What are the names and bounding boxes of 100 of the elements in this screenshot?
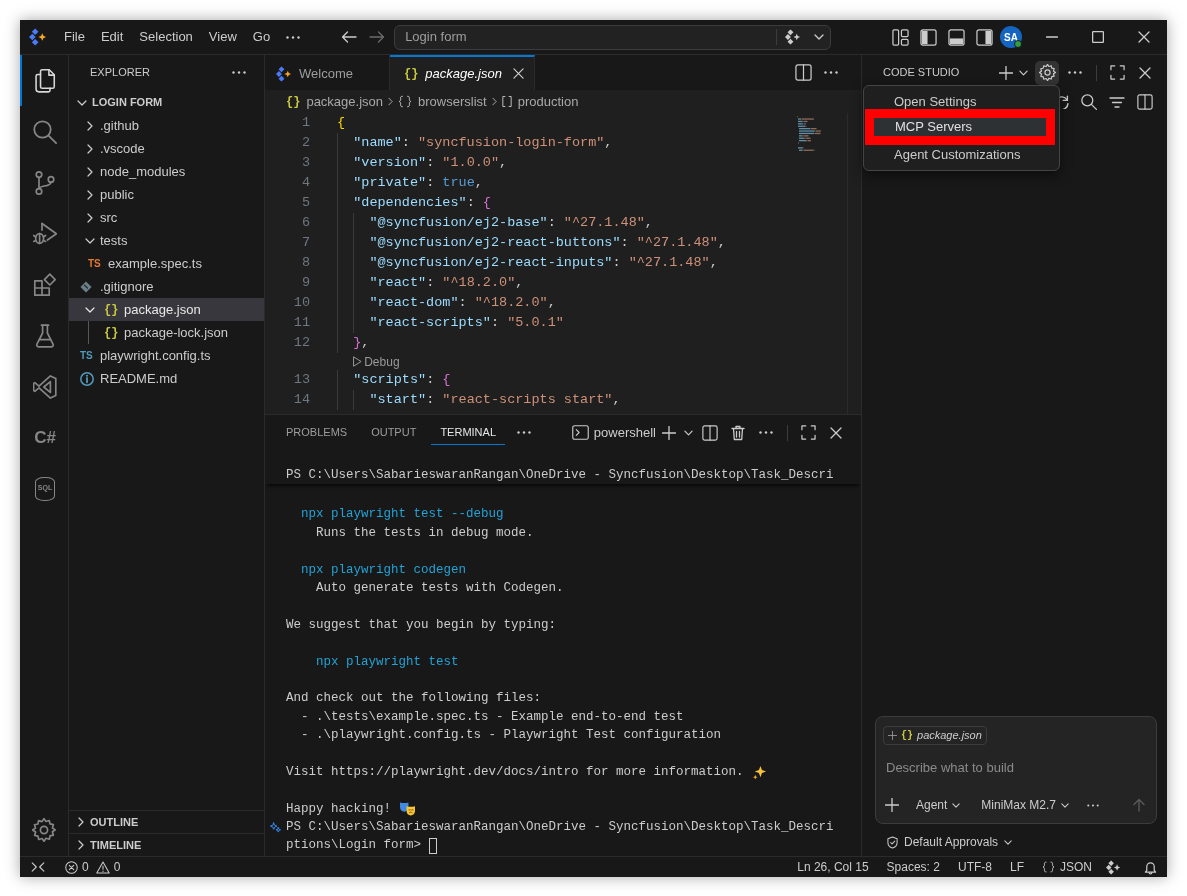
chevron-down-icon[interactable] — [683, 429, 693, 436]
bottom-panel-icon[interactable] — [947, 28, 965, 46]
breadcrumb-item[interactable]: {} package.json — [286, 91, 384, 112]
diamond-logo-icon[interactable] — [1105, 859, 1121, 875]
breadcrumb-item[interactable]: production — [501, 91, 579, 112]
left-sidebar-icon[interactable] — [919, 28, 937, 46]
chevron-down-icon[interactable] — [814, 34, 825, 40]
code-line: "scripts": { — [337, 370, 451, 390]
chevron-down-icon — [1004, 839, 1013, 845]
tree-item[interactable]: public — [69, 183, 264, 206]
menu-item[interactable]: Open Settings — [872, 91, 1051, 109]
settings-button[interactable] — [1035, 60, 1059, 85]
more-icon[interactable] — [759, 431, 773, 434]
code-line: "react": "^18.2.0", — [337, 273, 524, 293]
plus-icon — [888, 731, 897, 740]
trash-icon[interactable] — [731, 424, 745, 441]
maximize-icon[interactable] — [1092, 31, 1104, 43]
remote-icon[interactable] — [30, 862, 45, 872]
tree-item[interactable]: TS example.spec.ts — [69, 252, 264, 275]
right-sidebar-icon[interactable] — [975, 28, 993, 46]
bell-icon[interactable] — [1143, 859, 1157, 875]
status-item[interactable]: LF — [1000, 858, 1033, 876]
tree-item[interactable]: .vscode — [69, 137, 264, 160]
more-icon[interactable] — [517, 431, 531, 434]
terminal-line: npx playwright codegen — [300, 561, 467, 579]
panel-tab[interactable]: OUTPUT — [362, 420, 426, 445]
chevron-down-icon[interactable] — [1018, 69, 1028, 76]
section-header[interactable]: OUTLINE — [69, 810, 264, 833]
menu-item[interactable]: Go — [244, 24, 279, 50]
status-item[interactable]: JSON — [1033, 858, 1101, 876]
tree-item[interactable]: node_modules — [69, 160, 264, 183]
split-terminal-icon[interactable] — [702, 424, 718, 441]
approvals-dropdown[interactable]: Default Approvals — [887, 833, 1013, 851]
status-item[interactable]: Ln 26, Col 15 — [788, 858, 878, 876]
split-editor-icon[interactable] — [794, 64, 812, 81]
file-type-label: {} — [901, 729, 913, 743]
section-header[interactable]: TIMELINE — [69, 833, 264, 856]
split-view-icon[interactable] — [1137, 94, 1153, 110]
account-avatar[interactable]: SA — [1000, 26, 1022, 48]
line-number: 13 — [292, 370, 310, 389]
more-icon[interactable] — [1068, 71, 1082, 74]
menu-item[interactable]: MCP Servers — [865, 109, 1055, 145]
menu-item[interactable]: Agent Customizations — [872, 145, 1051, 165]
tree-item[interactable]: .gitignore — [69, 275, 264, 298]
flask-icon — [33, 323, 57, 348]
activity-item[interactable]: C# — [20, 412, 68, 463]
more-icon[interactable] — [232, 71, 246, 74]
maximize-icon[interactable] — [800, 425, 816, 440]
arrow-right-icon[interactable] — [369, 31, 386, 43]
chat-input[interactable]: Describe what to build — [886, 757, 1146, 779]
filter-icon[interactable] — [1109, 96, 1125, 108]
panel-tab[interactable]: TERMINAL — [431, 420, 505, 445]
menu-item[interactable]: Edit — [92, 24, 132, 50]
status-item[interactable]: Spaces: 2 — [877, 858, 949, 876]
close-icon[interactable] — [830, 426, 842, 439]
status-item[interactable]: UTF-8 — [948, 858, 1001, 876]
layout-grid-icon[interactable] — [891, 28, 909, 46]
codelens-link[interactable]: Debug — [353, 352, 400, 371]
tree-item[interactable]: src — [69, 206, 264, 229]
search-icon[interactable] — [1081, 94, 1097, 110]
sparkle-icon[interactable] — [270, 821, 281, 833]
settings-icon[interactable] — [32, 818, 56, 842]
problems-button[interactable]: 0 0 — [61, 858, 125, 876]
model-dropdown[interactable]: MiniMax M2.7 — [981, 796, 1070, 814]
mode-dropdown[interactable]: Agent — [916, 796, 961, 814]
close-icon[interactable] — [1138, 31, 1150, 43]
tree-item[interactable]: .github — [69, 114, 264, 137]
maximize-icon[interactable] — [1109, 65, 1125, 80]
terminal-selector[interactable]: powershell — [571, 422, 656, 443]
plus-icon[interactable] — [885, 798, 899, 812]
tree-item[interactable]: LOGIN FORM — [69, 91, 264, 114]
tree-item[interactable]: {} package.json — [69, 298, 264, 321]
tree-item[interactable]: {} package-lock.json — [69, 321, 264, 344]
breadcrumb-item[interactable]: browserslist — [398, 91, 487, 112]
menu-item[interactable]: Selection — [131, 24, 201, 50]
chevron-down-icon — [952, 802, 961, 808]
file-type-label: {} — [104, 301, 119, 319]
more-icon[interactable] — [824, 71, 838, 74]
diamond-logo-icon[interactable] — [785, 29, 802, 45]
panel-tab[interactable]: PROBLEMS — [277, 420, 357, 445]
panel-title: EXPLORER — [90, 65, 150, 81]
plus-icon[interactable] — [999, 65, 1013, 80]
more-icon[interactable] — [1087, 803, 1100, 807]
tree-item[interactable]: README.md — [69, 367, 264, 390]
plus-icon[interactable] — [662, 425, 676, 440]
menu-item[interactable]: File — [56, 24, 93, 50]
close-icon[interactable] — [513, 68, 524, 79]
arrow-left-icon[interactable] — [341, 31, 358, 43]
tree-item[interactable]: tests — [69, 229, 264, 252]
menu-item[interactable]: View — [200, 24, 245, 50]
cursor-icon — [429, 837, 438, 854]
command-center[interactable]: Login form — [394, 24, 832, 50]
attachment-chip[interactable]: {} package.json — [883, 726, 987, 745]
editor-tab[interactable]: {} package.json — [389, 55, 535, 90]
line-number: 12 — [292, 333, 310, 352]
ribbon-logo-icon — [33, 374, 57, 399]
close-icon[interactable] — [1139, 66, 1151, 79]
more-icon[interactable] — [286, 35, 301, 39]
tree-item[interactable]: TS playwright.config.ts — [69, 344, 264, 367]
terminal-icon — [571, 425, 589, 440]
